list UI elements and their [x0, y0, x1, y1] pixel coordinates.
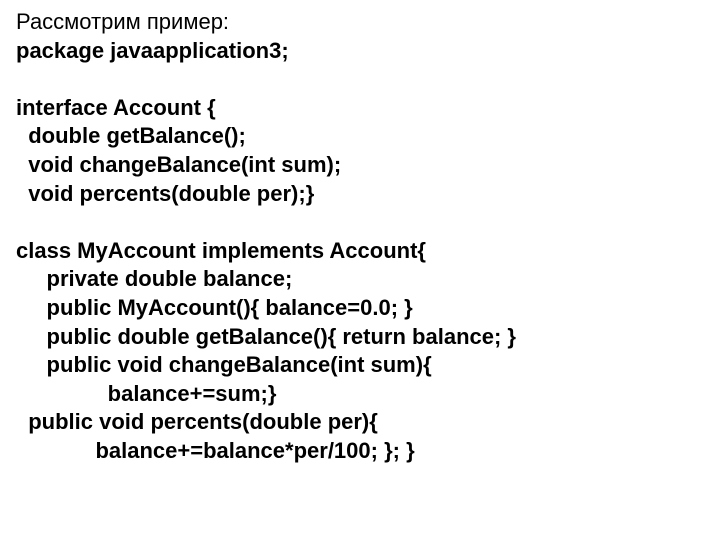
code-line: void changeBalance(int sum);	[16, 151, 704, 180]
code-line: interface Account {	[16, 94, 704, 123]
code-line: public double getBalance(){ return balan…	[16, 323, 704, 352]
blank-line	[16, 65, 704, 94]
code-line: double getBalance();	[16, 122, 704, 151]
intro-text: Рассмотрим пример:	[16, 8, 704, 37]
code-line: public void changeBalance(int sum){	[16, 351, 704, 380]
code-line: balance+=sum;}	[16, 380, 704, 409]
code-line: class MyAccount implements Account{	[16, 237, 704, 266]
code-line: private double balance;	[16, 265, 704, 294]
code-line: public void percents(double per){	[16, 408, 704, 437]
code-line: balance+=balance*per/100; }; }	[16, 437, 704, 466]
code-line: void percents(double per);}	[16, 180, 704, 209]
code-line: package javaapplication3;	[16, 37, 704, 66]
code-line: public MyAccount(){ balance=0.0; }	[16, 294, 704, 323]
blank-line	[16, 208, 704, 237]
code-slide: Рассмотрим пример: package javaapplicati…	[0, 0, 720, 540]
